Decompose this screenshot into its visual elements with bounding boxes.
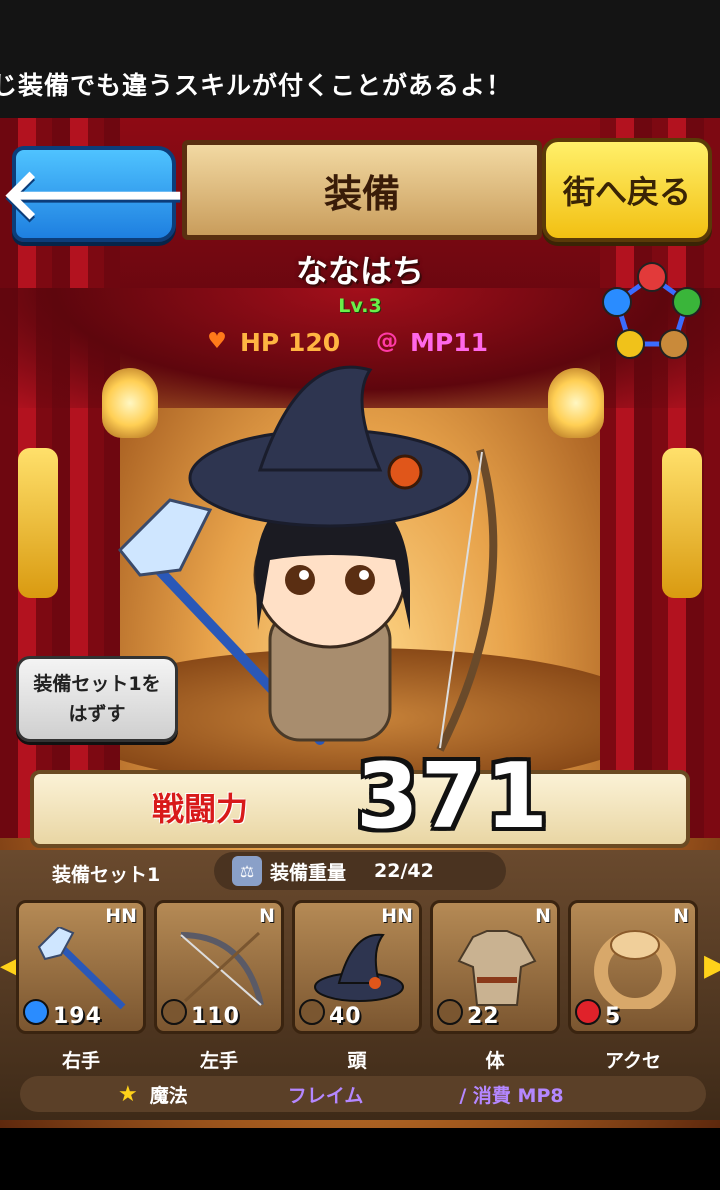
return-to-town-button[interactable]: 街へ戻る (542, 138, 712, 242)
unequip-set-label: 装備セット1を はずす (33, 673, 161, 725)
heart-icon: ♥ (207, 329, 227, 354)
mp-label: MP11 (410, 327, 488, 357)
slot-element-icon (23, 999, 49, 1025)
slot-element-icon (437, 999, 463, 1025)
equip-weight-pill: ⚖ 装備重量 22/42 (214, 852, 506, 890)
slot-left-hand[interactable]: N 110 (154, 900, 284, 1034)
wind-orb-icon (672, 287, 702, 317)
slot-body[interactable]: N 22 (430, 900, 560, 1034)
slot-name: アクセ (604, 1050, 662, 1072)
slot-grade: HN (105, 905, 137, 927)
hp-stat: ♥ HP 120 (202, 326, 340, 358)
lamp-right-icon (548, 368, 604, 438)
crystal-staff-icon (37, 927, 129, 1009)
back-button[interactable]: 🡐 (0, 146, 188, 242)
armor-icon (451, 927, 543, 1009)
slot-element-icon (299, 999, 325, 1025)
thunder-orb-icon (615, 329, 645, 359)
hp-label: HP 120 (240, 327, 341, 357)
bottom-bar (0, 1128, 720, 1190)
title-banner: 装備 (182, 140, 542, 240)
slot-head[interactable]: HN 40 (292, 900, 422, 1034)
slot-name: 体 (485, 1050, 505, 1072)
back-arrow-icon: 🡐 (0, 153, 188, 235)
swirl-icon: @ (376, 329, 398, 354)
slot-value: 194 (53, 1004, 102, 1029)
slot-grade: N (535, 905, 551, 927)
next-set-arrow-icon[interactable]: ▶ (704, 944, 720, 988)
unequip-set-button[interactable]: 装備セット1を はずす (16, 656, 178, 742)
slot-name: 右手 (61, 1050, 100, 1072)
magic-label: 魔法 (149, 1084, 188, 1107)
slot-grade: N (673, 905, 689, 927)
equip-set-name: 装備セット1 (52, 864, 161, 886)
fire-orb-icon (637, 262, 667, 292)
slot-value: 40 (329, 1004, 362, 1029)
slot-grade: HN (381, 905, 413, 927)
equip-weight-label: 装備重量 (270, 861, 347, 884)
magic-cost: / 消費 MP8 (459, 1084, 564, 1107)
slot-grade: N (259, 905, 275, 927)
slot-value: 110 (191, 1004, 240, 1029)
magic-skill-bar[interactable]: ★ 魔法 フレイム / 消費 MP8 (20, 1076, 706, 1112)
slot-accessory[interactable]: N 5 (568, 900, 698, 1034)
page-title: 装備 (323, 171, 400, 216)
ticker-bar: じ装備でも違うスキルが付くことがあるよ！ (0, 0, 720, 118)
slot-value: 5 (605, 1004, 622, 1029)
combat-power-label: 戦闘力 (152, 790, 249, 828)
slot-value: 22 (467, 1004, 500, 1029)
combat-power-value: 371 (356, 744, 550, 849)
tassel-right-icon (662, 448, 702, 598)
slot-name: 頭 (347, 1050, 367, 1072)
return-to-town-label: 街へ戻る (562, 173, 691, 211)
equip-weight-value: 22/42 (374, 860, 434, 882)
slot-element-icon (161, 999, 187, 1025)
bow-icon (175, 927, 267, 1009)
element-wheel-icon[interactable] (602, 262, 702, 362)
magic-name: フレイム (287, 1084, 364, 1107)
witch-hat-icon (313, 927, 405, 1009)
star-icon: ★ (118, 1081, 138, 1107)
slot-element-icon (575, 999, 601, 1025)
tassel-left-icon (18, 448, 58, 598)
weight-icon: ⚖ (232, 856, 262, 886)
slot-name: 左手 (199, 1050, 238, 1072)
ticker-text: じ装備でも違うスキルが付くことがあるよ！ (0, 71, 513, 100)
mp-stat: @ MP11 (372, 326, 488, 358)
water-orb-icon (602, 287, 632, 317)
earth-orb-icon (659, 329, 689, 359)
ring-icon (589, 927, 681, 1009)
slot-right-hand[interactable]: HN 194 (16, 900, 146, 1034)
